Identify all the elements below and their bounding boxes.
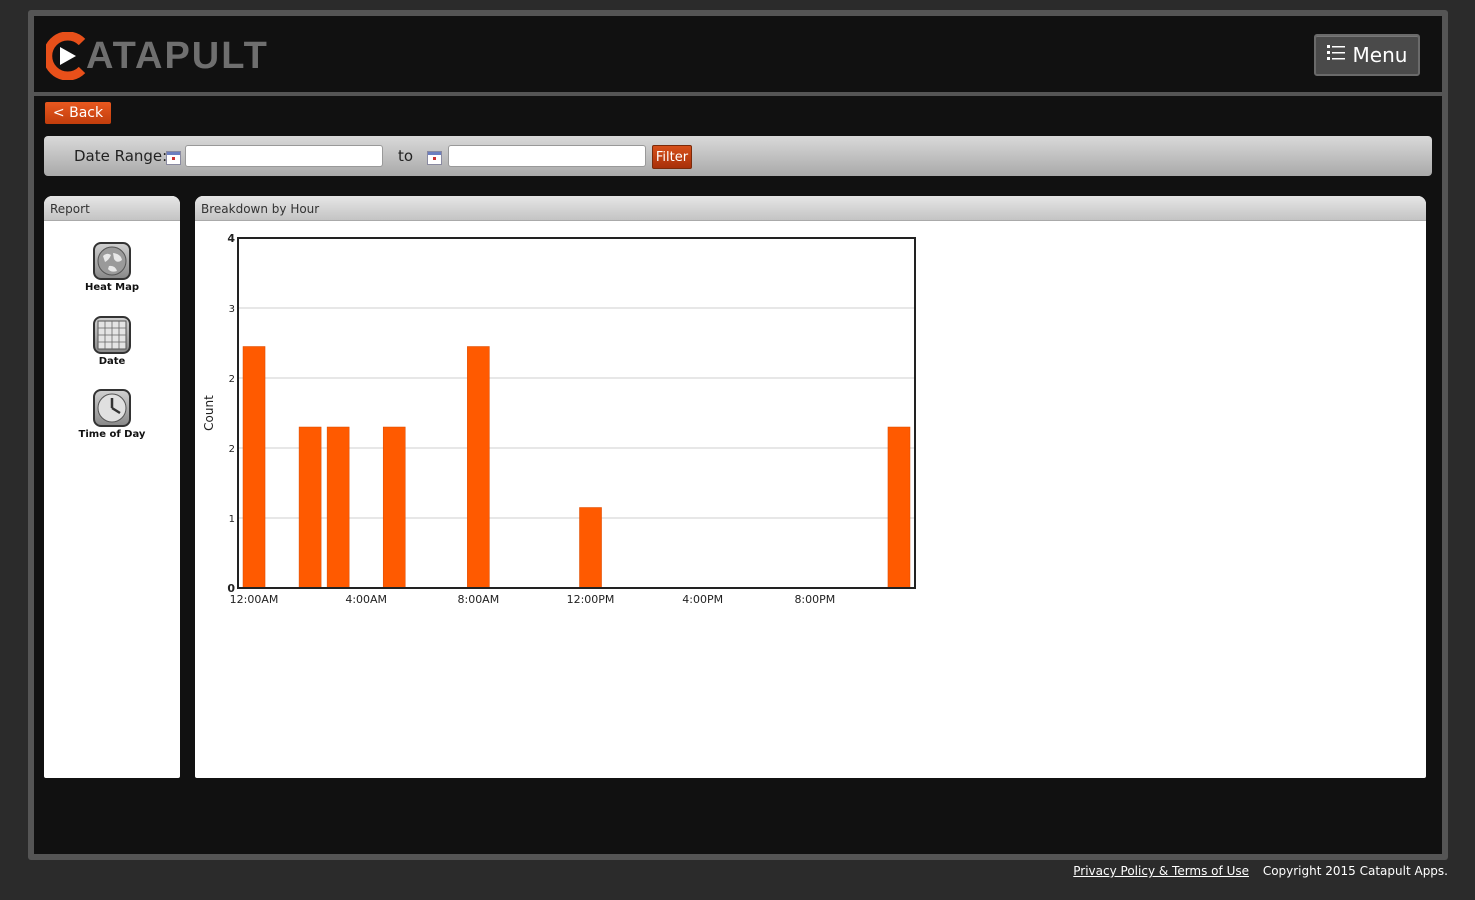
to-label: to <box>398 147 414 165</box>
copyright-text: Copyright 2015 Catapult Apps. <box>1262 864 1448 878</box>
chart-bar <box>298 426 322 589</box>
footer: Privacy Policy & Terms of Use Copyright … <box>1073 864 1448 878</box>
chart-bar <box>579 507 602 589</box>
y-tick-label: 4 <box>227 232 235 245</box>
x-tick-label: 4:00AM <box>345 593 387 606</box>
report-item-label: Heat Map <box>84 282 140 293</box>
y-axis-label: Count <box>202 395 216 431</box>
end-date-input[interactable] <box>448 145 646 167</box>
chart-bar <box>326 426 350 589</box>
clock-icon <box>93 389 131 427</box>
app-frame: ATAPULT Menu < Back Date Range: to Filte… <box>28 10 1448 860</box>
chart-panel-title: Breakdown by Hour <box>195 196 1426 221</box>
header: ATAPULT Menu <box>34 16 1442 92</box>
report-item-label: Time of Day <box>78 429 146 440</box>
globe-icon <box>93 242 131 280</box>
date-range-label: Date Range: <box>74 147 168 165</box>
calendar-icon[interactable] <box>427 151 442 165</box>
logo-text: ATAPULT <box>86 34 269 77</box>
calendar-icon <box>93 316 131 354</box>
menu-label: Menu <box>1352 43 1408 67</box>
catapult-logo-icon <box>43 31 88 81</box>
report-panel: Report Heat Map Date Time of Day <box>44 196 180 778</box>
calendar-icon[interactable] <box>166 151 181 165</box>
chart-bar <box>887 426 911 589</box>
x-tick-label: 12:00AM <box>230 593 279 606</box>
y-tick-label: 2 <box>229 444 235 455</box>
x-tick-label: 12:00PM <box>567 593 615 606</box>
x-tick-label: 4:00PM <box>682 593 723 606</box>
report-item-time-of-day[interactable]: Time of Day <box>44 389 180 440</box>
filter-bar: Date Range: to Filter <box>44 136 1432 176</box>
chart-bar <box>242 346 266 589</box>
y-tick-label: 3 <box>229 304 235 315</box>
back-button[interactable]: < Back <box>45 102 111 124</box>
filter-button[interactable]: Filter <box>652 145 692 169</box>
x-tick-label: 8:00PM <box>794 593 835 606</box>
privacy-policy-link[interactable]: Privacy Policy & Terms of Use <box>1073 864 1249 878</box>
list-icon <box>1326 43 1345 67</box>
report-panel-title: Report <box>44 196 180 221</box>
x-tick-label: 8:00AM <box>457 593 499 606</box>
chart-panel: Breakdown by Hour 0 1 2 2 3 4 12:00AM 4:00AM 8:0… <box>195 196 1426 778</box>
chart-bar <box>467 346 490 589</box>
chart-bar <box>382 426 406 589</box>
report-item-label: Date <box>98 356 126 367</box>
main-content: < Back Date Range: to Filter Report Heat… <box>34 96 1442 854</box>
report-item-date[interactable]: Date <box>44 316 180 367</box>
bar-chart: 01223412:00AM 4:00AM 8:00AM 12:00PM 4:00PM 8:… <box>202 232 916 606</box>
logo[interactable]: ATAPULT <box>43 31 269 81</box>
report-item-heat-map[interactable]: Heat Map <box>44 242 180 293</box>
start-date-input[interactable] <box>185 145 383 167</box>
y-tick-label: 2 <box>229 374 235 385</box>
menu-button[interactable]: Menu <box>1314 34 1420 76</box>
y-tick-label: 1 <box>229 514 235 525</box>
